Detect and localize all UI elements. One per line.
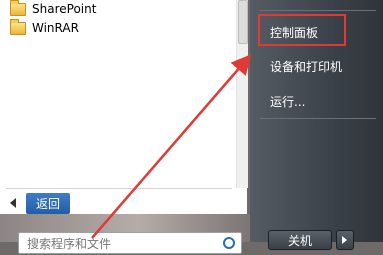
back-row[interactable]: 返回 — [0, 192, 247, 214]
divider — [6, 188, 232, 189]
programs-scrollbar[interactable] — [236, 0, 248, 188]
back-arrow-icon — [10, 198, 16, 208]
search-icon[interactable] — [223, 237, 235, 249]
program-label: SharePoint — [32, 2, 97, 16]
search-area: 搜索程序和文件 — [0, 214, 250, 254]
program-item-winrar[interactable]: WinRAR — [10, 18, 79, 37]
folder-icon — [10, 0, 26, 16]
search-placeholder: 搜索程序和文件 — [27, 237, 112, 251]
programs-pane: SharePoint WinRAR 返回 — [0, 0, 248, 214]
divider — [260, 118, 376, 119]
folder-icon — [10, 18, 26, 35]
divider — [260, 10, 376, 11]
annotation-highlight-box — [258, 14, 346, 46]
menu-item-run[interactable]: 运行... — [270, 93, 305, 110]
search-input[interactable]: 搜索程序和文件 — [18, 232, 242, 254]
shutdown-button[interactable]: 关机 — [268, 230, 332, 250]
program-item-sharepoint[interactable]: SharePoint — [10, 0, 96, 18]
shutdown-options-arrow-icon[interactable] — [336, 230, 354, 250]
back-button[interactable]: 返回 — [26, 192, 71, 214]
program-label: WinRAR — [32, 21, 79, 35]
menu-item-devices-printers[interactable]: 设备和打印机 — [270, 58, 342, 75]
scrollbar-thumb[interactable] — [238, 0, 248, 44]
